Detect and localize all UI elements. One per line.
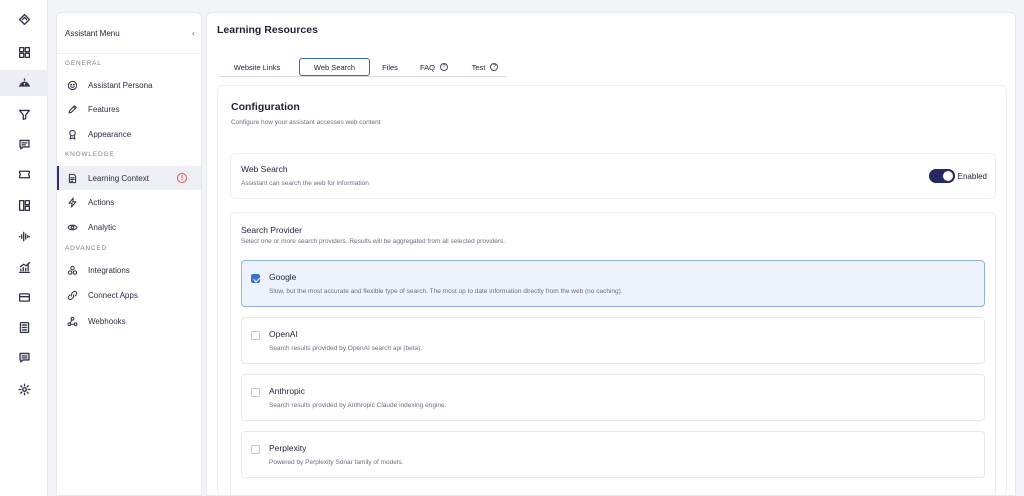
configuration-title: Configuration [231,101,300,113]
dashboard-grid-icon[interactable] [0,39,48,65]
section-label-advanced: ADVANCED [65,245,108,252]
document-icon [68,173,77,183]
menu-item-analytic[interactable]: Analytic [57,215,201,239]
resource-tabs: Website Links Web Search Files FAQ? Test… [219,57,507,77]
tab-faq[interactable]: FAQ? [411,58,457,76]
menu-item-label: Actions [88,197,115,207]
menu-item-appearance[interactable]: Appearance [57,122,201,146]
smiley-icon [67,80,78,90]
menu-item-label: Appearance [88,129,132,139]
configuration-subtitle: Configure how your assistant accesses we… [231,119,381,126]
toggle-knob [943,171,953,181]
lightning-icon [68,197,77,207]
provider-description: Search results provided by Anthropic Cla… [269,402,447,409]
menu-item-label: Analytic [88,222,117,232]
menu-item-label: Integrations [88,265,130,275]
provider-checkbox[interactable] [251,445,260,454]
provider-name: Anthropic [269,386,305,396]
chat-icon[interactable] [0,131,48,157]
award-ribbon-icon [69,129,76,139]
menu-item-label: Connect Apps [88,290,138,300]
credit-card-icon[interactable] [0,284,48,310]
tab-website-links[interactable]: Website Links [219,58,295,76]
message-icon[interactable] [0,344,48,370]
provider-checkbox[interactable] [251,331,260,340]
provider-description: Powered by Perplexity Sonar family of mo… [269,459,404,466]
menu-divider [57,53,201,54]
help-icon: ? [440,63,448,71]
web-search-card: Web Search Assistant can search the web … [230,153,996,199]
integrations-icon [67,265,78,275]
provider-option-perplexity[interactable]: Perplexity Powered by Perplexity Sonar f… [241,431,985,478]
icon-rail [0,0,48,496]
search-provider-card: Search Provider Select one or more searc… [230,212,996,496]
menu-item-features[interactable]: Features [57,97,201,121]
tab-test[interactable]: Test? [463,58,507,76]
settings-gear-icon[interactable] [0,376,48,402]
main-content: Learning Resources Website Links Web Sea… [206,12,1016,496]
web-search-title: Web Search [241,164,288,174]
provider-checkbox[interactable] [251,388,260,397]
audio-waveform-icon[interactable] [0,223,48,249]
eye-icon [67,224,78,230]
alert-icon: ! [177,173,187,183]
menu-item-integrations[interactable]: Integrations [57,258,201,282]
document-list-icon[interactable] [0,314,48,340]
filter-icon[interactable] [0,101,48,127]
tab-label: FAQ [419,62,435,72]
provider-description: Search results provided by OpenAI search… [269,345,423,352]
menu-item-webhooks[interactable]: Webhooks [57,309,201,333]
page-title: Learning Resources [217,24,318,36]
provider-checkbox[interactable] [251,274,260,283]
menu-item-label: Webhooks [88,316,126,326]
layout-icon[interactable] [0,192,48,218]
search-provider-title: Search Provider [241,225,302,235]
ticket-icon[interactable] [0,161,48,187]
tab-web-search[interactable]: Web Search [299,58,370,76]
tab-label: Test [471,62,486,72]
menu-item-label: Assistant Persona [88,80,153,90]
provider-option-openai[interactable]: OpenAI Search results provided by OpenAI… [241,317,985,364]
search-provider-subtitle: Select one or more search providers. Res… [241,238,506,245]
pencil-icon [68,104,77,113]
provider-name: Google [269,272,297,282]
menu-item-label: Features [88,104,120,114]
assistant-menu-header: Assistant Menu ‹ [65,27,195,39]
web-search-subtitle: Assistant can search the web for informa… [241,180,369,187]
analytics-icon[interactable] [0,254,48,280]
provider-name: Perplexity [269,443,307,453]
menu-item-label: Learning Context [88,173,149,183]
configuration-panel: Configuration Configure how your assista… [217,85,1007,496]
section-label-general: GENERAL [65,60,102,67]
provider-description: Slow, but the most accurate and flexible… [269,288,623,295]
section-label-knowledge: KNOWLEDGE [65,151,115,158]
provider-option-google[interactable]: Google Slow, but the most accurate and f… [241,260,985,307]
link-icon [67,290,78,300]
menu-item-actions[interactable]: Actions [57,190,201,214]
collapse-menu-button[interactable]: ‹ [192,28,195,38]
help-icon: ? [490,63,499,71]
toggle-label: Enabled [957,172,987,181]
assistant-menu-title: Assistant Menu [65,28,120,38]
assistant-icon[interactable] [0,70,48,96]
logo-diamond-icon[interactable] [0,6,48,32]
menu-item-assistant-persona[interactable]: Assistant Persona [57,73,201,97]
tab-files[interactable]: Files [375,58,405,76]
provider-name: OpenAI [269,329,298,339]
menu-item-learning-context[interactable]: Learning Context ! [57,166,201,190]
web-search-toggle[interactable] [929,169,955,183]
provider-option-anthropic[interactable]: Anthropic Search results provided by Ant… [241,374,985,421]
assistant-menu-panel: Assistant Menu ‹ GENERAL Assistant Perso… [56,12,202,496]
webhook-icon [67,316,78,326]
menu-item-connect-apps[interactable]: Connect Apps [57,283,201,307]
